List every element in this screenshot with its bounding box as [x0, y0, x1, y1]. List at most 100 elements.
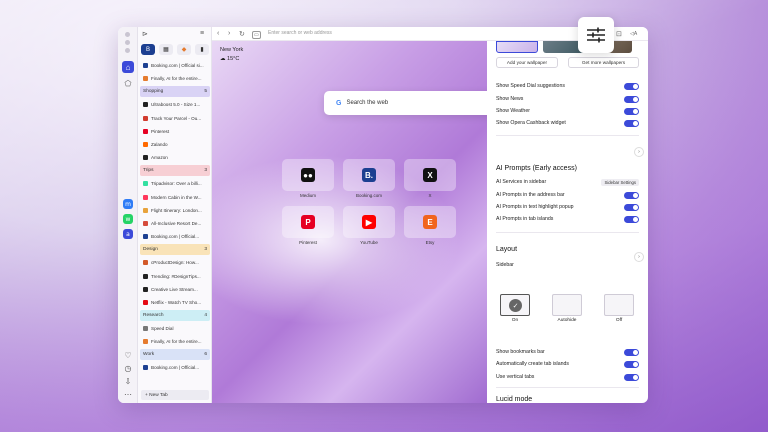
- pinned-tabs: B ▦ ◆ ▮: [141, 44, 209, 55]
- site-logo-icon: P: [301, 215, 315, 229]
- setting-row: Automatically create tab islands: [496, 359, 639, 369]
- pentagon-icon[interactable]: ⬠: [122, 77, 134, 89]
- address-input[interactable]: Enter search or web address: [268, 30, 332, 36]
- tab-item[interactable]: Booking.com | Official...: [140, 361, 210, 374]
- toggle-switch[interactable]: [624, 191, 639, 199]
- extension-icon[interactable]: ⊡: [616, 30, 622, 38]
- new-tab-label: New Tab: [149, 392, 168, 398]
- vpn-badge[interactable]: ▭: [252, 31, 261, 39]
- tab-item[interactable]: Finally, AI for the entire...: [140, 335, 210, 348]
- back-icon[interactable]: ‹: [217, 30, 219, 37]
- tab-title: Trending: #DesignTips...: [151, 273, 201, 279]
- sidebar-toggle-icon[interactable]: ⊳: [142, 30, 148, 38]
- tab-title: Netflix - Watch TV Sho...: [151, 299, 202, 305]
- window-control-dot[interactable]: [125, 32, 130, 37]
- more-icon[interactable]: ⋯: [122, 388, 134, 400]
- toggle-switch[interactable]: [624, 82, 639, 90]
- home-icon[interactable]: ⌂: [122, 61, 134, 73]
- toggle-switch[interactable]: [624, 119, 639, 127]
- window-control-dot[interactable]: [125, 48, 130, 53]
- speed-dial-tile[interactable]: P: [282, 206, 334, 238]
- setting-row: Show Weather: [496, 106, 639, 116]
- new-tab-button[interactable]: + New Tab: [141, 390, 209, 400]
- whatsapp-icon[interactable]: w: [123, 214, 133, 224]
- messenger-icon[interactable]: m: [123, 199, 133, 209]
- tab-title: Booking.com | Official...: [151, 365, 200, 371]
- tab-title: Track Your Parcel - Ou...: [151, 115, 202, 121]
- tab-item[interactable]: All-Inclusive Resort De...: [140, 217, 210, 230]
- tab-menu-icon[interactable]: ≡: [200, 30, 204, 37]
- toggle-switch[interactable]: [624, 348, 639, 356]
- speed-dial-tile[interactable]: B.: [343, 159, 395, 191]
- tab-island-count: 3: [204, 168, 207, 174]
- pinned-tab-fox-icon[interactable]: ◆: [177, 44, 191, 55]
- setting-label: AI Prompts in tab islands: [496, 216, 554, 222]
- tab-item[interactable]: Track Your Parcel - Ou...: [140, 112, 210, 125]
- tab-item[interactable]: Tripadvisor: Over a billi...: [140, 177, 210, 190]
- tab-item[interactable]: Creative Live Stream...: [140, 283, 210, 296]
- sidebar-mode-autohide[interactable]: [552, 294, 582, 316]
- tabs-header: ⊳ ≡: [138, 27, 211, 41]
- tab-item[interactable]: Speed Dial: [140, 322, 210, 335]
- chevron-right-icon[interactable]: ›: [634, 147, 644, 157]
- pinned-tab-pin-icon[interactable]: ▮: [195, 44, 209, 55]
- forward-icon[interactable]: ›: [228, 30, 230, 37]
- toggle-switch[interactable]: [624, 215, 639, 223]
- reload-icon[interactable]: ↻: [239, 30, 245, 38]
- setting-row: Use vertical tabs: [496, 372, 639, 382]
- tab-island-header[interactable]: Design 3: [140, 244, 210, 256]
- sidebar-mode-on[interactable]: ✓: [500, 294, 530, 316]
- speed-dial-tile[interactable]: E: [404, 206, 456, 238]
- tab-item[interactable]: Netflix - Watch TV Sho...: [140, 296, 210, 309]
- pinned-tab-grid-icon[interactable]: ▦: [159, 44, 173, 55]
- tab-item[interactable]: Booking.com | Official si...: [140, 59, 210, 72]
- tab-island-header[interactable]: Trips 3: [140, 165, 210, 177]
- speed-dial-tile[interactable]: ●●: [282, 159, 334, 191]
- toggle-switch[interactable]: [624, 95, 639, 103]
- favicon-icon: [143, 128, 148, 134]
- aria-icon[interactable]: a: [123, 229, 133, 239]
- tab-item[interactable]: Flight Itinerary: London...: [140, 204, 210, 217]
- download-icon[interactable]: ⇩: [122, 375, 134, 387]
- toggle-switch[interactable]: [624, 360, 639, 368]
- site-logo-icon: ▶: [362, 215, 376, 229]
- tab-item[interactable]: Trending: #DesignTips...: [140, 269, 210, 282]
- tab-item[interactable]: Finally, AI for the entire...: [140, 72, 210, 85]
- speed-dial-tile[interactable]: X: [404, 159, 456, 191]
- tab-island-header[interactable]: Work 6: [140, 349, 210, 361]
- get-wallpapers-button[interactable]: Get more wallpapers: [568, 57, 639, 68]
- easy-setup-panel: Add your wallpaper Get more wallpapers S…: [487, 41, 648, 403]
- tab-title: Speed Dial: [151, 326, 174, 332]
- toggle-switch[interactable]: [624, 203, 639, 211]
- tab-item[interactable]: Pinterest: [140, 125, 210, 138]
- tab-item[interactable]: Booking.com | Official...: [140, 230, 210, 243]
- tab-item[interactable]: Amazon: [140, 151, 210, 164]
- sidebar-settings-button[interactable]: Sidebar Settings: [601, 178, 639, 186]
- tab-island-header[interactable]: Shopping 5: [140, 86, 210, 98]
- setting-label: Show Speed Dial suggestions: [496, 83, 565, 89]
- toggle-switch[interactable]: [624, 107, 639, 115]
- wallpaper-thumb[interactable]: [496, 41, 538, 53]
- weather-temp-value: 15°C: [227, 56, 240, 62]
- speed-dial-tile[interactable]: ▶: [343, 206, 395, 238]
- tab-island-header[interactable]: Research 4: [140, 310, 210, 321]
- left-rail: ⌂ ⬠ m w a ♡ ◷ ⇩ ⋯: [118, 27, 138, 403]
- easy-setup-button[interactable]: [578, 17, 614, 53]
- setting-label: Show Opera Cashback widget: [496, 120, 566, 126]
- favicon-icon: [143, 115, 148, 121]
- heart-icon[interactable]: ♡: [122, 349, 134, 361]
- tab-item[interactable]: Zalando: [140, 138, 210, 151]
- tab-island-name: Shopping: [143, 89, 164, 95]
- sidebar-mode-off[interactable]: [604, 294, 634, 316]
- tab-item[interactable]: Ultraboost 5.0 - Size 1...: [140, 98, 210, 111]
- pinned-tab[interactable]: B: [141, 44, 155, 55]
- tab-item[interactable]: cProductDesign: How...: [140, 256, 210, 269]
- history-icon[interactable]: ◷: [122, 362, 134, 374]
- aria-sidebar-icon[interactable]: ◁A: [630, 31, 637, 37]
- add-wallpaper-button[interactable]: Add your wallpaper: [496, 57, 558, 68]
- tab-item[interactable]: Modern Cabin in the W...: [140, 191, 210, 204]
- window-control-dot[interactable]: [125, 40, 130, 45]
- search-box[interactable]: G Search the web: [324, 91, 504, 115]
- toggle-switch[interactable]: [624, 373, 639, 381]
- setting-label: Automatically create tab islands: [496, 361, 569, 367]
